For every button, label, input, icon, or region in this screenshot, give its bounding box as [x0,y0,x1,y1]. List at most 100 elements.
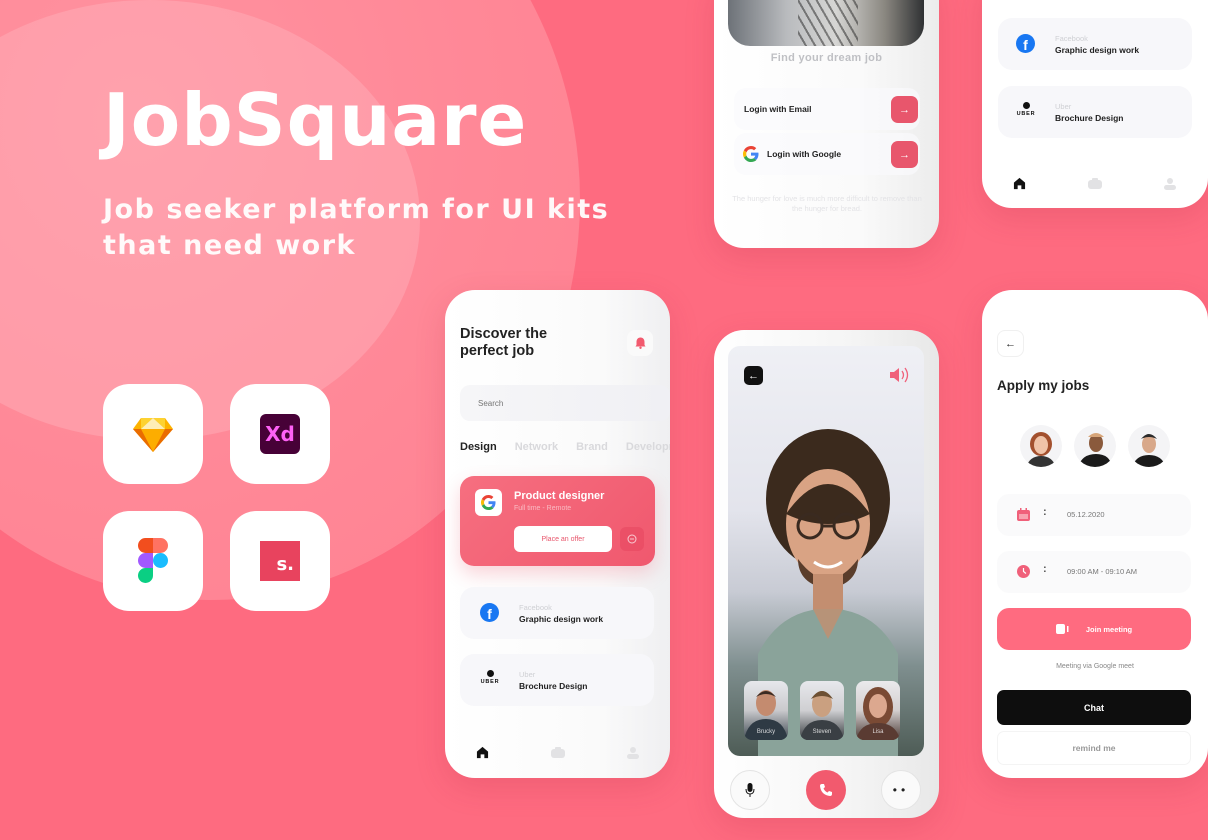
video-call-screen: ← Brucky Steven Lisa •• [714,330,939,818]
video-feed: ← Brucky Steven Lisa [728,346,924,756]
discover-title-line1: Discover the [460,326,548,342]
time-row[interactable]: : 09:00 AM - 09:10 AM [997,551,1191,593]
profile-icon[interactable] [624,743,642,761]
uber-icon: UBER [1012,102,1040,122]
apply-screen: ← Apply my jobs : 05.12.2020 : 09:00 AM … [982,290,1208,778]
calendar-icon [1017,508,1030,521]
join-meeting-label: Join meeting [1085,624,1133,634]
end-call-button[interactable] [806,770,846,810]
job-title: Brochure Design [1055,113,1124,123]
studio-label: s. [276,554,294,575]
google-icon [481,495,496,510]
meeting-date: 05.12.2020 [1067,510,1105,519]
applicant-avatar[interactable] [1020,425,1062,467]
chat-icon [627,534,637,544]
figma-icon [138,538,168,583]
participant-thumb[interactable]: Lisa [856,681,900,740]
hero-subtitle: Job seeker platform for UI kits that nee… [103,194,610,261]
job-title: Graphic design work [519,614,604,624]
participant-name: Lisa [872,729,884,735]
job-card[interactable]: UBER Uber Brochure Design [998,86,1192,138]
job-list-screen: f Facebook Graphic design work UBER Uber… [982,0,1208,208]
featured-job-type: Full time - Remote [514,505,572,512]
hero-title: JobSquare [103,78,528,162]
facebook-icon: f [480,603,499,622]
category-tabs: Design Network Brand Development [460,441,670,453]
message-button[interactable] [620,527,644,551]
home-icon[interactable] [1011,174,1029,192]
login-google-arrow-button[interactable]: → [891,141,918,168]
tab-development[interactable]: Development [626,441,670,453]
login-title: Find your dream job [770,52,883,64]
figma-tile [103,511,203,611]
login-quote: The hunger for love is much more difficu… [732,194,922,213]
video-camera-icon [1055,624,1069,634]
applicant-avatar[interactable] [1074,425,1116,467]
notifications-button[interactable] [627,330,653,356]
tab-network[interactable]: Network [515,441,558,453]
microphone-icon [745,783,755,797]
tab-design[interactable]: Design [460,441,497,453]
home-icon[interactable] [474,743,492,761]
bell-icon [635,337,645,349]
date-row[interactable]: : 05.12.2020 [997,494,1191,536]
back-button[interactable]: ← [997,330,1024,357]
xd-tile: Xd [230,384,330,484]
applicant-avatar[interactable] [1128,425,1170,467]
separator: : [1043,506,1047,518]
sketch-icon [133,418,173,452]
phone-icon [820,784,832,796]
login-email-arrow-button[interactable]: → [891,96,918,123]
studio-icon: s. [260,541,300,581]
login-email-row[interactable]: Login with Email → [734,88,920,130]
login-screen: Find your dream job Login with Email → L… [714,0,939,248]
sketch-tile [103,384,203,484]
uber-icon: UBER [476,670,504,690]
hero-photo [728,0,924,46]
featured-job-card[interactable]: Product designer Full time - Remote Plac… [460,476,655,566]
place-offer-button[interactable]: Place an offer [514,526,612,552]
bottom-nav [982,174,1208,192]
facebook-icon: f [1016,34,1035,53]
xd-label: Xd [265,422,295,446]
login-email-label: Login with Email [744,104,812,114]
meeting-note: Meeting via Google meet [1056,663,1134,670]
job-card[interactable]: f Facebook Graphic design work [460,587,654,639]
bottom-nav [445,743,670,761]
remind-me-button[interactable]: remind me [997,731,1191,765]
mute-button[interactable] [730,770,770,810]
job-company: Facebook [519,603,552,612]
more-icon: •• [892,783,910,797]
login-google-label: Login with Google [767,149,842,159]
job-title: Graphic design work [1055,45,1140,55]
chat-button[interactable]: Chat [997,690,1191,725]
back-button[interactable]: ← [744,366,763,385]
job-company: Uber [1055,102,1072,111]
more-options-button[interactable]: •• [881,770,921,810]
studio-tile: s. [230,511,330,611]
job-card[interactable]: f Facebook Graphic design work [998,18,1192,70]
google-icon [743,146,759,162]
participant-name: Steven [812,729,832,735]
meeting-time: 09:00 AM - 09:10 AM [1067,567,1138,576]
xd-icon: Xd [260,414,300,454]
participant-name: Brucky [756,729,776,735]
login-google-row[interactable]: Login with Google → [734,133,920,175]
tab-brand[interactable]: Brand [576,441,608,453]
discover-title: Discover the perfect job [460,326,547,360]
briefcase-icon[interactable] [1086,174,1104,192]
participant-thumb[interactable]: Steven [800,681,844,740]
job-card[interactable]: UBER Uber Brochure Design [460,654,654,706]
participant-thumb[interactable]: Brucky [744,681,788,740]
speaker-icon[interactable] [889,366,911,384]
join-meeting-button[interactable]: Join meeting [997,608,1191,650]
job-title: Brochure Design [519,681,588,691]
discover-title-line2: perfect job [460,343,535,359]
arrow-left-icon: ← [1005,337,1016,350]
arrow-right-icon: → [899,148,910,161]
arrow-left-icon: ← [748,369,759,382]
briefcase-icon[interactable] [549,743,567,761]
arrow-right-icon: → [899,103,910,116]
search-input[interactable] [460,385,670,421]
profile-icon[interactable] [1161,174,1179,192]
